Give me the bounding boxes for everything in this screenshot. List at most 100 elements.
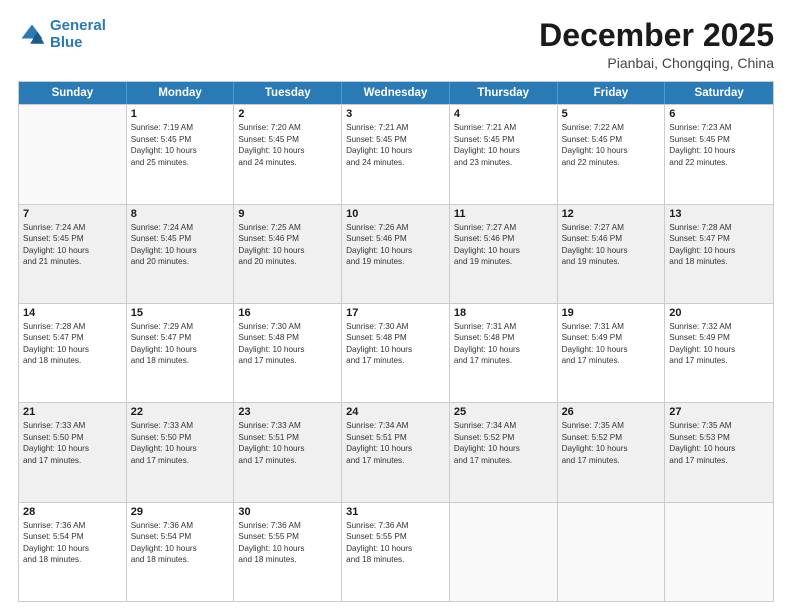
logo-line2: Blue <box>50 34 83 51</box>
calendar-cell: 20Sunrise: 7:32 AMSunset: 5:49 PMDayligh… <box>665 304 773 402</box>
cell-info: Sunrise: 7:28 AMSunset: 5:47 PMDaylight:… <box>23 321 122 367</box>
cell-info: Sunrise: 7:22 AMSunset: 5:45 PMDaylight:… <box>562 122 661 168</box>
cell-info: Sunrise: 7:33 AMSunset: 5:50 PMDaylight:… <box>23 420 122 466</box>
calendar-cell: 8Sunrise: 7:24 AMSunset: 5:45 PMDaylight… <box>127 205 235 303</box>
day-number: 30 <box>238 506 337 518</box>
calendar-header-cell: Tuesday <box>234 82 342 104</box>
day-number: 1 <box>131 108 230 120</box>
calendar-cell: 1 Sunrise: 7:19 AMSunset: 5:45 PMDaylight… <box>127 105 235 203</box>
calendar-week: 7 Sunrise: 7:24 AMSunset: 5:45 PMDaylight… <box>19 204 773 303</box>
cell-info: Sunrise: 7:35 AMSunset: 5:52 PMDaylight:… <box>562 420 661 466</box>
calendar-cell: 31 Sunrise: 7:36 AMSunset: 5:55 PMDayligh… <box>342 503 450 601</box>
calendar-cell: 15 Sunrise: 7:29 AMSunset: 5:47 PMDayligh… <box>127 304 235 402</box>
calendar-cell: 25Sunrise: 7:34 AMSunset: 5:52 PMDayligh… <box>450 403 558 501</box>
calendar-cell: 6Sunrise: 7:23 AMSunset: 5:45 PMDaylight… <box>665 105 773 203</box>
cell-info: Sunrise: 7:35 AMSunset: 5:53 PMDaylight:… <box>669 420 769 466</box>
calendar-cell: 24 Sunrise: 7:34 AMSunset: 5:51 PMDayligh… <box>342 403 450 501</box>
calendar-cell: 29 Sunrise: 7:36 AMSunset: 5:54 PMDayligh… <box>127 503 235 601</box>
logo: General Blue <box>18 18 106 51</box>
day-number: 22 <box>131 406 230 418</box>
calendar-header-cell: Saturday <box>665 82 773 104</box>
day-number: 29 <box>131 506 230 518</box>
cell-info: Sunrise: 7:23 AMSunset: 5:45 PMDaylight:… <box>669 122 769 168</box>
calendar-cell: 17 Sunrise: 7:30 AMSunset: 5:48 PMDayligh… <box>342 304 450 402</box>
cell-info: Sunrise: 7:34 AMSunset: 5:51 PMDaylight:… <box>346 420 445 466</box>
day-number: 27 <box>669 406 769 418</box>
calendar-cell: 13 Sunrise: 7:28 AMSunset: 5:47 PMDayligh… <box>665 205 773 303</box>
day-number: 18 <box>454 307 553 319</box>
calendar-cell: 22 Sunrise: 7:33 AMSunset: 5:50 PMDayligh… <box>127 403 235 501</box>
calendar-cell <box>19 105 127 203</box>
cell-info: Sunrise: 7:34 AMSunset: 5:52 PMDaylight:… <box>454 420 553 466</box>
cell-info: Sunrise: 7:20 AMSunset: 5:45 PMDaylight:… <box>238 122 337 168</box>
calendar-cell: 21 Sunrise: 7:33 AMSunset: 5:50 PMDayligh… <box>19 403 127 501</box>
cell-info: Sunrise: 7:31 AMSunset: 5:49 PMDaylight:… <box>562 321 661 367</box>
day-number: 10 <box>346 208 445 220</box>
cell-info: Sunrise: 7:27 AMSunset: 5:46 PMDaylight:… <box>454 222 553 268</box>
calendar-cell: 11Sunrise: 7:27 AMSunset: 5:46 PMDayligh… <box>450 205 558 303</box>
day-number: 26 <box>562 406 661 418</box>
cell-info: Sunrise: 7:31 AMSunset: 5:48 PMDaylight:… <box>454 321 553 367</box>
cell-info: Sunrise: 7:30 AMSunset: 5:48 PMDaylight:… <box>238 321 337 367</box>
day-number: 31 <box>346 506 445 518</box>
cell-info: Sunrise: 7:29 AMSunset: 5:47 PMDaylight:… <box>131 321 230 367</box>
day-number: 4 <box>454 108 553 120</box>
day-number: 15 <box>131 307 230 319</box>
calendar-header-cell: Monday <box>127 82 235 104</box>
cell-info: Sunrise: 7:26 AMSunset: 5:46 PMDaylight:… <box>346 222 445 268</box>
cell-info: Sunrise: 7:36 AMSunset: 5:55 PMDaylight:… <box>346 520 445 566</box>
cell-info: Sunrise: 7:36 AMSunset: 5:55 PMDaylight:… <box>238 520 337 566</box>
cell-info: Sunrise: 7:30 AMSunset: 5:48 PMDaylight:… <box>346 321 445 367</box>
logo-icon <box>18 21 46 49</box>
calendar-cell: 10 Sunrise: 7:26 AMSunset: 5:46 PMDayligh… <box>342 205 450 303</box>
cell-info: Sunrise: 7:19 AMSunset: 5:45 PMDaylight:… <box>131 122 230 168</box>
calendar-header: SundayMondayTuesdayWednesdayThursdayFrid… <box>19 82 773 104</box>
calendar-cell: 14Sunrise: 7:28 AMSunset: 5:47 PMDayligh… <box>19 304 127 402</box>
logo-text: General Blue <box>50 18 106 51</box>
cell-info: Sunrise: 7:25 AMSunset: 5:46 PMDaylight:… <box>238 222 337 268</box>
day-number: 3 <box>346 108 445 120</box>
cell-info: Sunrise: 7:36 AMSunset: 5:54 PMDaylight:… <box>23 520 122 566</box>
calendar-cell <box>450 503 558 601</box>
calendar-cell <box>558 503 666 601</box>
location: Pianbai, Chongqing, China <box>539 55 774 71</box>
day-number: 5 <box>562 108 661 120</box>
calendar-cell: 12Sunrise: 7:27 AMSunset: 5:46 PMDayligh… <box>558 205 666 303</box>
day-number: 19 <box>562 307 661 319</box>
cell-info: Sunrise: 7:36 AMSunset: 5:54 PMDaylight:… <box>131 520 230 566</box>
header: General Blue December 2025 Pianbai, Chon… <box>18 18 774 71</box>
cell-info: Sunrise: 7:21 AMSunset: 5:45 PMDaylight:… <box>454 122 553 168</box>
calendar-cell: 26 Sunrise: 7:35 AMSunset: 5:52 PMDayligh… <box>558 403 666 501</box>
cell-info: Sunrise: 7:28 AMSunset: 5:47 PMDaylight:… <box>669 222 769 268</box>
cell-info: Sunrise: 7:24 AMSunset: 5:45 PMDaylight:… <box>131 222 230 268</box>
day-number: 13 <box>669 208 769 220</box>
cell-info: Sunrise: 7:33 AMSunset: 5:50 PMDaylight:… <box>131 420 230 466</box>
calendar-cell: 2 Sunrise: 7:20 AMSunset: 5:45 PMDaylight… <box>234 105 342 203</box>
day-number: 16 <box>238 307 337 319</box>
calendar-cell: 7 Sunrise: 7:24 AMSunset: 5:45 PMDaylight… <box>19 205 127 303</box>
day-number: 24 <box>346 406 445 418</box>
calendar-cell: 27 Sunrise: 7:35 AMSunset: 5:53 PMDayligh… <box>665 403 773 501</box>
calendar-cell: 4 Sunrise: 7:21 AMSunset: 5:45 PMDaylight… <box>450 105 558 203</box>
calendar-cell: 30 Sunrise: 7:36 AMSunset: 5:55 PMDayligh… <box>234 503 342 601</box>
day-number: 9 <box>238 208 337 220</box>
calendar-cell: 23Sunrise: 7:33 AMSunset: 5:51 PMDayligh… <box>234 403 342 501</box>
calendar-body: 1 Sunrise: 7:19 AMSunset: 5:45 PMDaylight… <box>19 104 773 601</box>
page: General Blue December 2025 Pianbai, Chon… <box>0 0 792 612</box>
calendar-cell: 9 Sunrise: 7:25 AMSunset: 5:46 PMDaylight… <box>234 205 342 303</box>
cell-info: Sunrise: 7:24 AMSunset: 5:45 PMDaylight:… <box>23 222 122 268</box>
day-number: 17 <box>346 307 445 319</box>
day-number: 21 <box>23 406 122 418</box>
calendar-week: 21 Sunrise: 7:33 AMSunset: 5:50 PMDayligh… <box>19 402 773 501</box>
cell-info: Sunrise: 7:21 AMSunset: 5:45 PMDaylight:… <box>346 122 445 168</box>
cell-info: Sunrise: 7:27 AMSunset: 5:46 PMDaylight:… <box>562 222 661 268</box>
month-title: December 2025 <box>539 18 774 53</box>
day-number: 28 <box>23 506 122 518</box>
calendar-cell: 3 Sunrise: 7:21 AMSunset: 5:45 PMDaylight… <box>342 105 450 203</box>
day-number: 7 <box>23 208 122 220</box>
calendar-cell: 18 Sunrise: 7:31 AMSunset: 5:48 PMDayligh… <box>450 304 558 402</box>
calendar-header-cell: Friday <box>558 82 666 104</box>
cell-info: Sunrise: 7:33 AMSunset: 5:51 PMDaylight:… <box>238 420 337 466</box>
calendar-week: 14Sunrise: 7:28 AMSunset: 5:47 PMDayligh… <box>19 303 773 402</box>
day-number: 2 <box>238 108 337 120</box>
